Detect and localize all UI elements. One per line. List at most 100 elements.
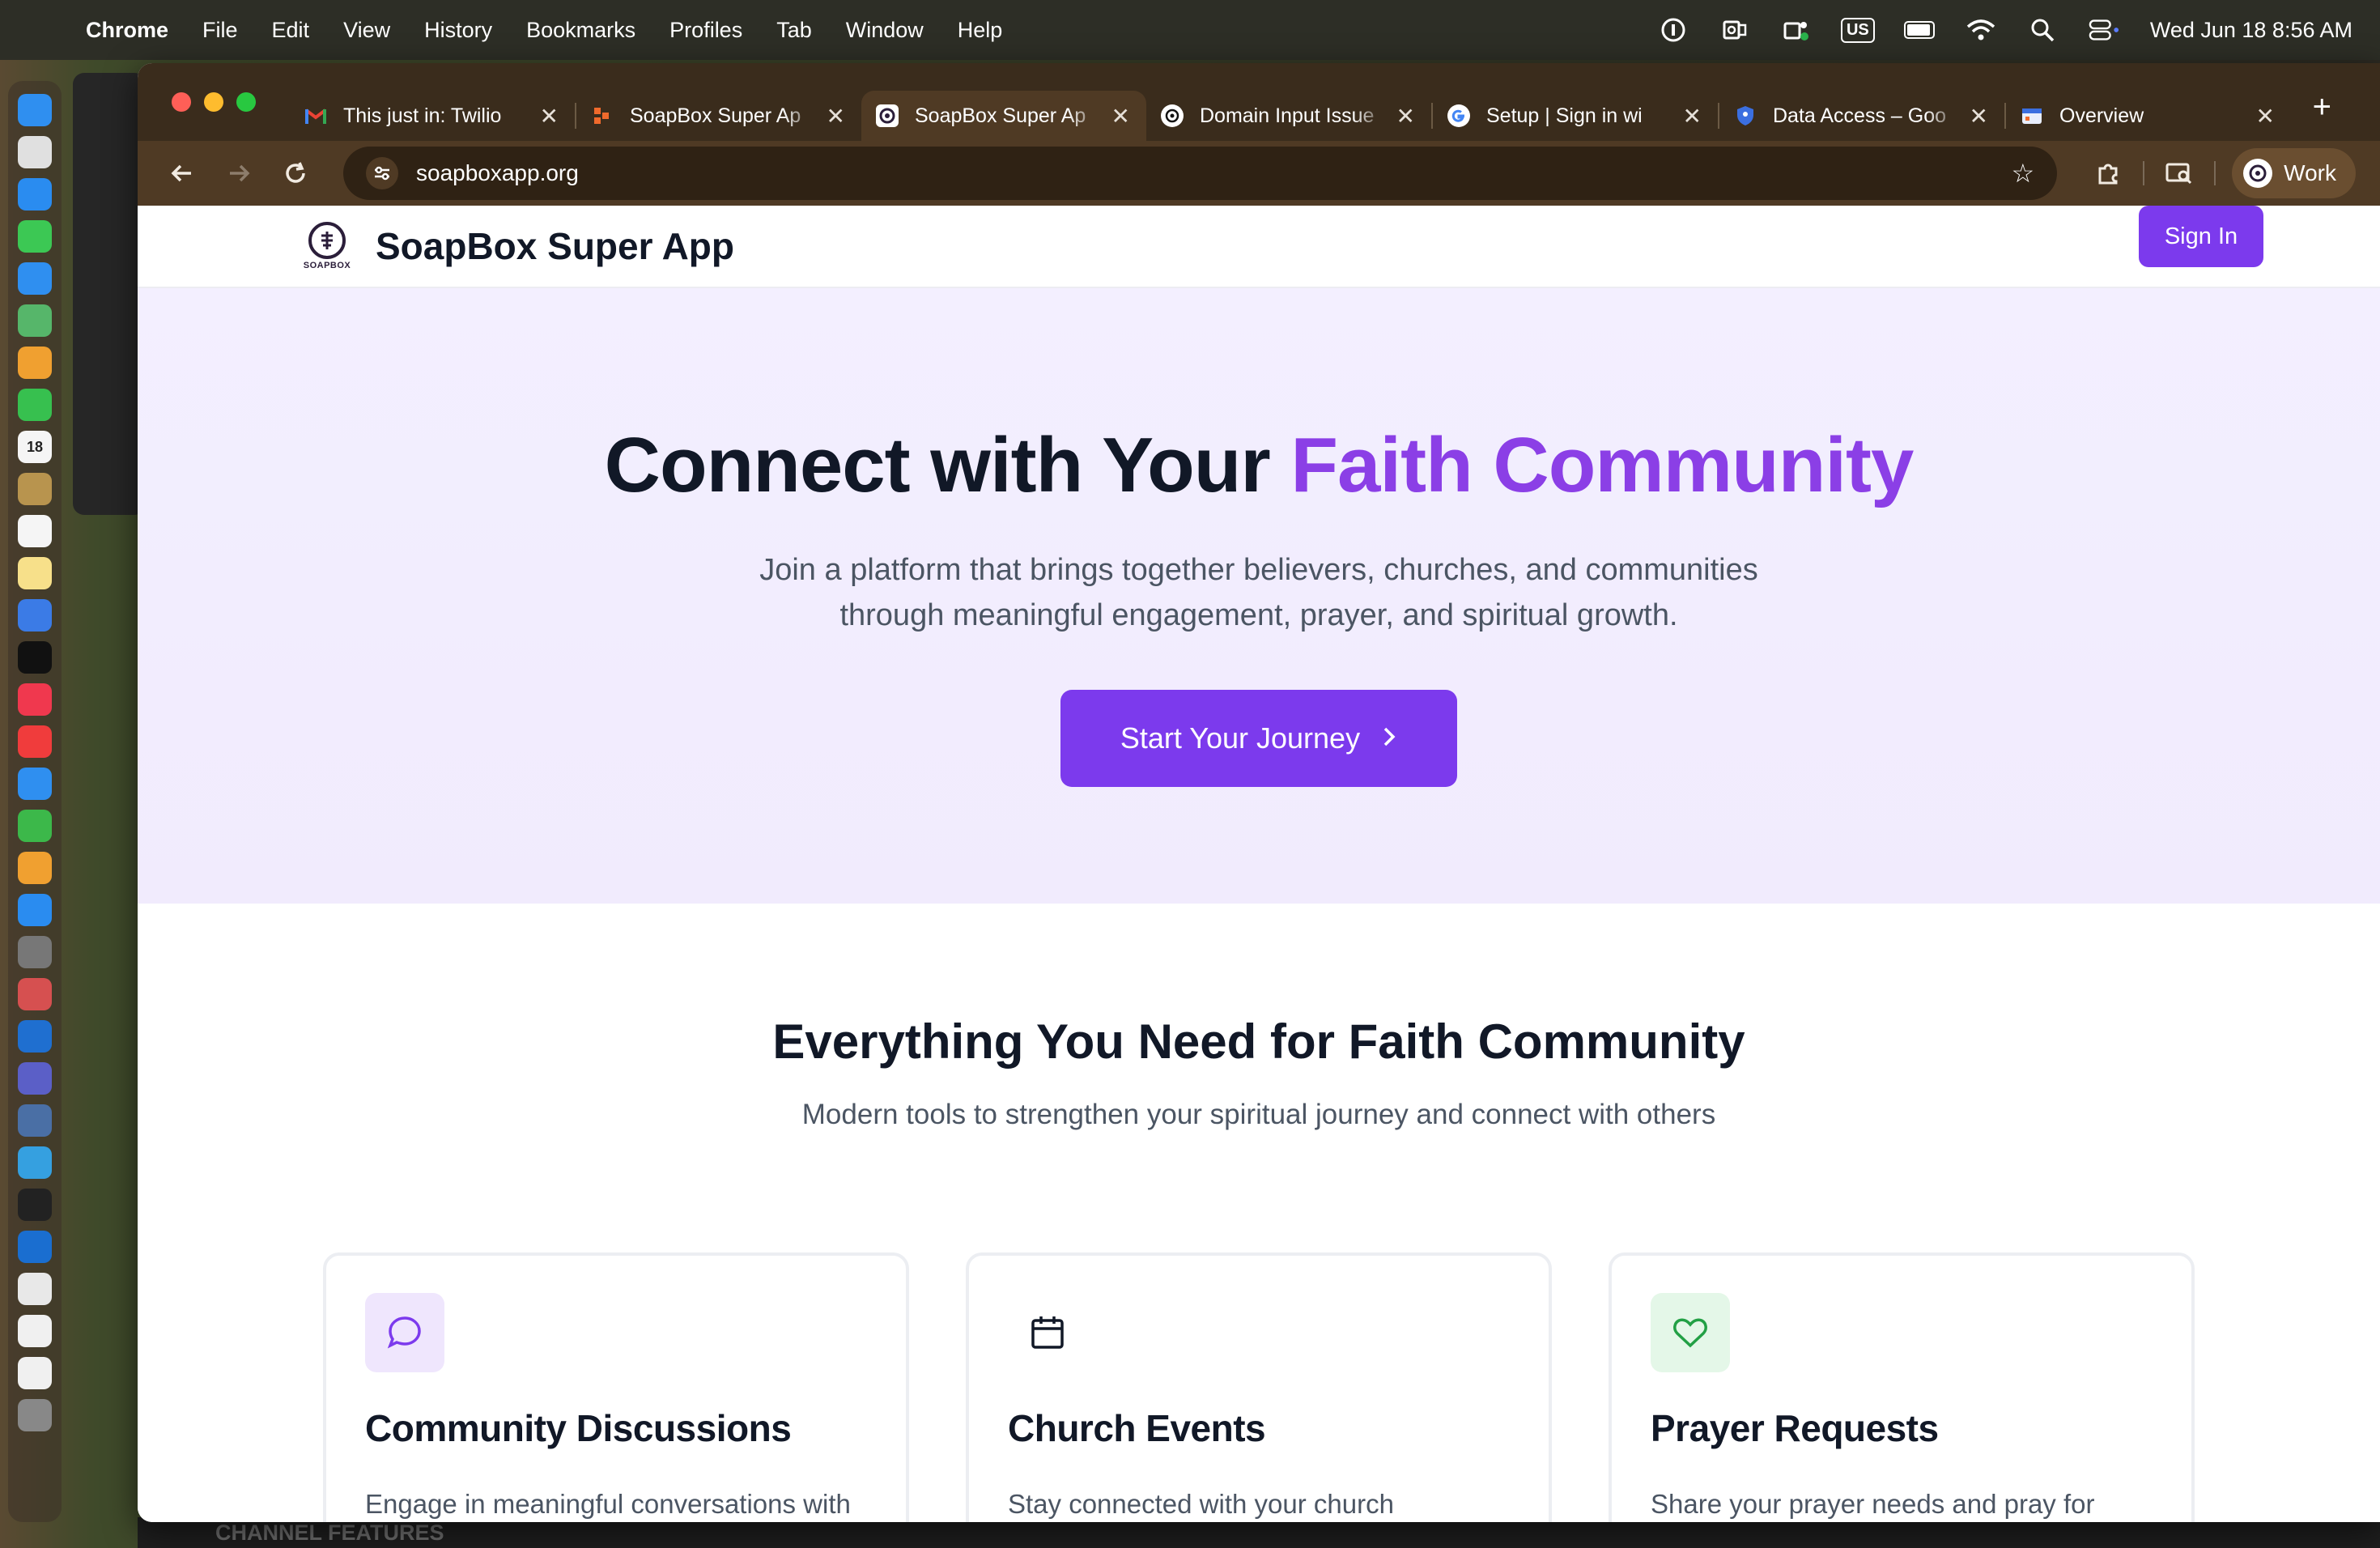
menu-bookmarks[interactable]: Bookmarks (526, 18, 635, 43)
menu-bar: Chrome File Edit View History Bookmarks … (0, 0, 2380, 60)
system-settings-icon[interactable] (18, 936, 52, 968)
tab-search-icon[interactable] (2159, 153, 2199, 194)
tab-soapbox-active[interactable]: SoapBox Super Ap ✕ (861, 91, 1146, 141)
profile-name: Work (2284, 160, 2336, 185)
tab-gmail[interactable]: This just in: Twilio ✕ (290, 91, 575, 141)
feature-card-discussions[interactable]: Community Discussions Engage in meaningf… (323, 1252, 909, 1522)
start-journey-button[interactable]: Start Your Journey (1060, 690, 1457, 787)
control-center-icon[interactable] (2089, 15, 2119, 45)
app-store-icon[interactable] (18, 894, 52, 926)
close-tab-icon[interactable]: ✕ (1970, 103, 1988, 130)
downloads-icon[interactable] (18, 1357, 52, 1389)
tab-data-access[interactable]: Data Access – Goo ✕ (1719, 91, 2004, 141)
menu-history[interactable]: History (424, 18, 492, 43)
minimize-window-button[interactable] (204, 92, 223, 112)
profile-button[interactable]: Work (2232, 148, 2356, 198)
news-icon[interactable] (18, 725, 52, 758)
teams-dock-icon[interactable] (18, 1062, 52, 1095)
extensions-icon[interactable] (2088, 153, 2128, 194)
outlook-dock-icon[interactable] (18, 1020, 52, 1053)
maps-icon[interactable] (18, 304, 52, 337)
bookmark-star-icon[interactable]: ☆ (2011, 158, 2034, 189)
chatgpt-icon (1161, 104, 1184, 127)
menu-file[interactable]: File (202, 18, 238, 43)
toolbar-separator (2214, 161, 2216, 185)
document-icon[interactable] (18, 1315, 52, 1347)
chrome-icon[interactable] (18, 1273, 52, 1305)
numbers-icon[interactable] (18, 810, 52, 842)
menu-tab[interactable]: Tab (776, 18, 812, 43)
url-text[interactable]: soapboxapp.org (416, 160, 2011, 186)
menubar-clock[interactable]: Wed Jun 18 8:56 AM (2150, 18, 2352, 43)
close-tab-icon[interactable]: ✕ (540, 103, 559, 130)
outlook-icon[interactable] (1719, 15, 1750, 45)
tab-domain-input-issue[interactable]: Domain Input Issue ✕ (1146, 91, 1431, 141)
hero-title-accent: Faith Community (1290, 422, 1914, 508)
site-info-icon[interactable] (366, 157, 398, 189)
site-logo[interactable]: SOAPBOX (298, 217, 356, 275)
screen-sharing-icon[interactable] (18, 1104, 52, 1137)
keynote-icon[interactable] (18, 768, 52, 800)
contacts-icon[interactable] (18, 473, 52, 505)
terminal-icon[interactable] (18, 1189, 52, 1221)
feature-card-events[interactable]: Church Events Stay connected with your c… (966, 1252, 1552, 1522)
safari-icon[interactable] (18, 178, 52, 211)
menu-help[interactable]: Help (958, 18, 1003, 43)
reload-button[interactable] (275, 153, 316, 194)
finder-icon[interactable] (18, 94, 52, 126)
tab-title: Overview (2059, 104, 2144, 127)
calendar-icon (1008, 1293, 1087, 1372)
apple-tv-icon[interactable] (18, 641, 52, 674)
vscode-icon[interactable] (18, 1146, 52, 1179)
forward-button[interactable] (219, 153, 259, 194)
battery-icon[interactable] (1903, 15, 1935, 45)
menu-app-name[interactable]: Chrome (86, 18, 168, 43)
address-bar[interactable]: soapboxapp.org ☆ (343, 147, 2058, 200)
keyboard-layout-indicator[interactable]: US (1840, 15, 1875, 45)
mail-icon[interactable] (18, 262, 52, 295)
sign-in-button[interactable]: Sign In (2139, 206, 2263, 267)
launchpad-icon[interactable] (18, 136, 52, 168)
trash-icon[interactable] (18, 1399, 52, 1431)
hero-subtitle-line: through meaningful engagement, prayer, a… (839, 598, 1678, 632)
soapbox-logo-icon (308, 222, 346, 259)
background-window[interactable] (73, 73, 146, 515)
close-tab-icon[interactable]: ✕ (1396, 103, 1415, 130)
calendar-app-icon[interactable]: 18 (18, 431, 52, 463)
tab-soapbox-1[interactable]: SoapBox Super Ap ✕ (576, 91, 861, 141)
profile-avatar-icon (2243, 159, 2273, 188)
wifi-icon[interactable] (1966, 15, 1996, 45)
pages-icon[interactable] (18, 852, 52, 884)
close-window-button[interactable] (172, 92, 191, 112)
notes-icon[interactable] (18, 557, 52, 589)
1password-icon[interactable] (18, 1231, 52, 1263)
zoom-window-button[interactable] (236, 92, 256, 112)
reminders-icon[interactable] (18, 515, 52, 547)
feature-card-prayer[interactable]: Prayer Requests Share your prayer needs … (1609, 1252, 2195, 1522)
close-tab-icon[interactable]: ✕ (1683, 103, 1702, 130)
chat-bubble-icon (365, 1293, 444, 1372)
messages-icon[interactable] (18, 220, 52, 253)
back-button[interactable] (162, 153, 202, 194)
close-tab-icon[interactable]: ✕ (827, 103, 845, 130)
heart-icon (1651, 1293, 1730, 1372)
music-icon[interactable] (18, 683, 52, 716)
menu-profiles[interactable]: Profiles (669, 18, 742, 43)
tab-overview[interactable]: Overview ✕ (2006, 91, 2291, 141)
site-brand-name[interactable]: SoapBox Super App (376, 224, 734, 268)
spotlight-search-icon[interactable] (2027, 15, 2058, 45)
facetime-icon[interactable] (18, 389, 52, 421)
close-tab-icon[interactable]: ✕ (2256, 103, 2275, 130)
password-manager-icon[interactable] (1658, 15, 1689, 45)
close-tab-icon[interactable]: ✕ (1111, 103, 1130, 130)
photos-icon[interactable] (18, 347, 52, 379)
menu-window[interactable]: Window (846, 18, 924, 43)
menu-edit[interactable]: Edit (272, 18, 310, 43)
tab-google-setup[interactable]: Setup | Sign in wi ✕ (1433, 91, 1718, 141)
iphone-mirroring-icon[interactable] (18, 978, 52, 1010)
teams-icon[interactable] (1781, 15, 1812, 45)
freeform-icon[interactable] (18, 599, 52, 632)
menu-view[interactable]: View (343, 18, 390, 43)
new-tab-button[interactable]: + (2313, 89, 2331, 125)
feature-card-title: Church Events (1008, 1407, 1266, 1449)
